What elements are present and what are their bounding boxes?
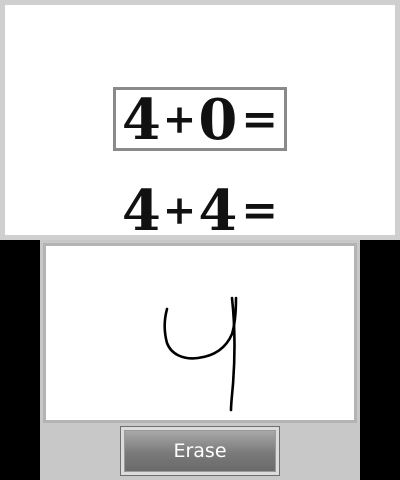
writing-area-frame: [43, 243, 357, 423]
dual-screen: 4+0= 4+4= Erase: [0, 0, 400, 480]
next-problem: 4+4=: [5, 181, 395, 240]
current-operator: +: [162, 95, 197, 143]
handwriting-canvas[interactable]: [46, 246, 354, 420]
problem-display: 4+0= 4+4=: [5, 5, 395, 239]
handwritten-answer-stroke: [163, 296, 238, 412]
current-equals-sign: =: [241, 93, 279, 145]
next-left-operand: 4: [121, 181, 161, 240]
current-problem: 4+0=: [5, 87, 395, 151]
top-screen: 4+0= 4+4=: [0, 0, 400, 240]
next-operator: +: [162, 186, 197, 234]
erase-button-label: Erase: [124, 430, 276, 472]
erase-button[interactable]: Erase: [120, 426, 280, 476]
next-right-operand: 4: [198, 181, 238, 240]
bottom-screen: Erase: [40, 240, 360, 480]
current-left-operand: 4: [121, 86, 161, 153]
current-right-operand: 0: [198, 86, 238, 153]
next-equals-sign: =: [241, 184, 279, 236]
current-problem-frame: 4+0=: [112, 86, 288, 153]
